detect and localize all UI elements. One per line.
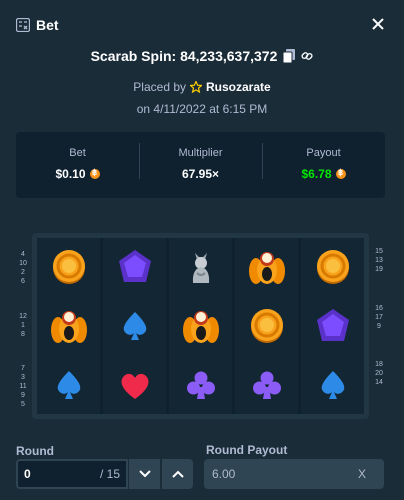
payline-number: 15 xyxy=(375,248,383,255)
gem-symbol-icon xyxy=(113,245,157,289)
stat-bet-label: Bet xyxy=(69,147,86,159)
btc-coin-icon xyxy=(89,168,100,179)
stat-payout-label: Payout xyxy=(306,147,341,159)
payline-number: 18 xyxy=(375,361,383,368)
chevron-down-icon xyxy=(138,470,151,478)
round-payout-field: 6.00 X xyxy=(204,459,384,489)
spade-symbol-icon xyxy=(113,304,157,348)
payline-number: 9 xyxy=(21,392,25,399)
spin-title: Scarab Spin: 84,233,637,372 xyxy=(0,48,404,64)
payline-number: 2 xyxy=(21,269,25,276)
paylines-left-top: 4 10 2 6 xyxy=(16,250,30,286)
coin-symbol-icon xyxy=(311,245,355,289)
chevron-up-icon xyxy=(171,470,184,478)
copy-icon[interactable] xyxy=(283,49,296,63)
stat-payout-value-row: $6.78 xyxy=(301,167,346,181)
club-symbol-icon xyxy=(179,363,223,407)
paylines-left-bot: 7 3 11 9 5 xyxy=(16,364,30,409)
payline-number: 11 xyxy=(19,383,27,390)
payline-number: 5 xyxy=(21,401,25,408)
payline-number: 6 xyxy=(21,278,25,285)
stat-multiplier-value: 67.95× xyxy=(181,167,220,181)
stat-payout: Payout $6.78 xyxy=(262,143,385,183)
payline-number: 19 xyxy=(375,266,383,273)
stat-multiplier-label: Multiplier xyxy=(178,147,223,159)
paylines-right-mid: 16 17 9 xyxy=(372,304,386,331)
payline-number: 10 xyxy=(19,260,27,267)
payline-number: 13 xyxy=(375,257,383,264)
modal-title: Bet xyxy=(36,17,59,33)
reel xyxy=(235,238,298,414)
coin-symbol-icon xyxy=(47,245,91,289)
reel xyxy=(169,238,232,414)
stat-bet: Bet $0.10 xyxy=(16,147,139,183)
payline-number: 3 xyxy=(21,374,25,381)
round-down-button[interactable] xyxy=(129,459,160,489)
coin-symbol-icon xyxy=(245,304,289,348)
bet-date: on 4/11/2022 at 6:15 PM xyxy=(136,102,268,116)
stat-payout-value: $6.78 xyxy=(301,167,332,181)
reel xyxy=(103,238,166,414)
payline-number: 4 xyxy=(21,251,25,258)
payline-number: 14 xyxy=(375,379,383,386)
slot-reels xyxy=(37,238,364,414)
paylines-left-mid: 12 1 8 xyxy=(16,312,30,339)
gem-symbol-icon xyxy=(311,304,355,348)
placed-by-prefix: Placed by xyxy=(133,80,186,94)
stat-bet-value-row: $0.10 xyxy=(55,167,100,181)
placed-by: Placed by Rusozarate xyxy=(0,80,404,94)
paylines-right-bot: 18 20 14 xyxy=(372,360,386,387)
stat-multiplier: Multiplier 67.95× xyxy=(139,143,262,183)
payline-number: 12 xyxy=(19,313,27,320)
round-payout-value: 6.00 xyxy=(212,467,236,481)
reel xyxy=(37,238,100,414)
round-input[interactable]: 0 / 15 xyxy=(16,459,128,489)
round-label: Round xyxy=(16,444,54,458)
round-payout-label: Round Payout xyxy=(206,443,288,457)
round-total: / 15 xyxy=(99,467,120,481)
stat-bet-value: $0.10 xyxy=(55,167,86,181)
club-symbol-icon xyxy=(245,363,289,407)
close-icon[interactable] xyxy=(370,16,386,32)
payline-number: 17 xyxy=(375,314,383,321)
scarab-symbol-icon xyxy=(179,304,223,348)
modal-header: Bet xyxy=(0,0,404,50)
heart-symbol-icon xyxy=(113,363,157,407)
spade-symbol-icon xyxy=(311,363,355,407)
placed-by-user[interactable]: Rusozarate xyxy=(206,80,271,94)
round-payout-clear: X xyxy=(357,467,366,481)
btc-coin-icon xyxy=(335,168,346,179)
spin-title-text: Scarab Spin: 84,233,637,372 xyxy=(90,48,278,64)
round-up-button[interactable] xyxy=(162,459,193,489)
link-icon[interactable] xyxy=(301,49,313,63)
reel xyxy=(301,238,364,414)
paylines-right-top: 15 13 19 xyxy=(372,247,386,274)
bet-slip-icon xyxy=(16,18,30,32)
star-icon xyxy=(190,81,202,93)
scarab-symbol-icon xyxy=(47,304,91,348)
payline-number: 16 xyxy=(375,305,383,312)
bet-stats: Bet $0.10 Multiplier 67.95× Payout $6.78 xyxy=(16,132,385,198)
cat-symbol-icon xyxy=(179,245,223,289)
payline-number: 8 xyxy=(21,331,25,338)
payline-number: 20 xyxy=(375,370,383,377)
payline-number: 7 xyxy=(21,365,25,372)
payline-number: 9 xyxy=(377,323,381,330)
round-value: 0 xyxy=(24,467,31,481)
payline-number: 1 xyxy=(21,322,25,329)
spade-symbol-icon xyxy=(47,363,91,407)
slot-reels-frame xyxy=(32,233,369,419)
scarab-symbol-icon xyxy=(245,245,289,289)
